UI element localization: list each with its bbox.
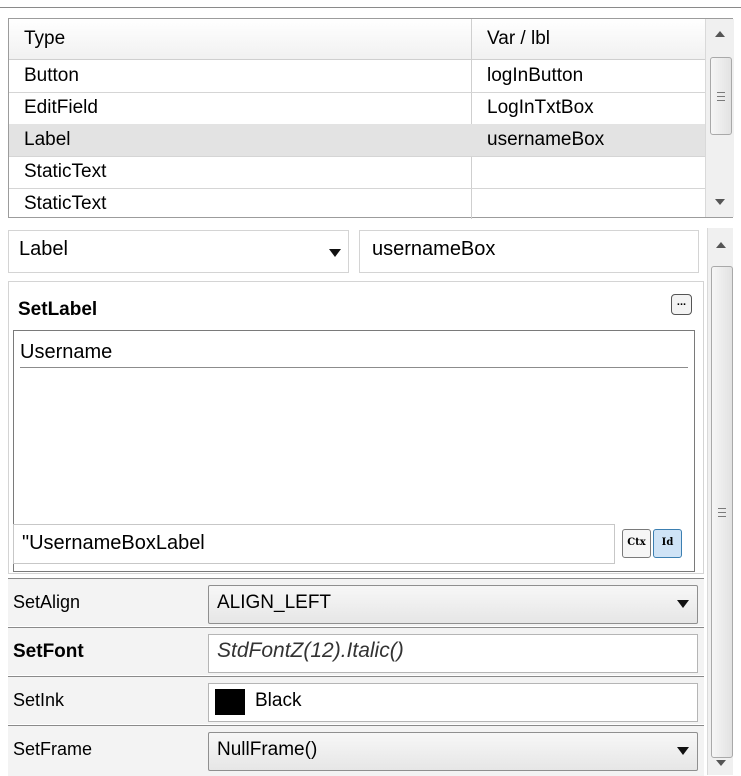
frame-value: NullFrame()	[217, 739, 318, 760]
row-type: Button	[24, 65, 79, 86]
scroll-thumb[interactable]	[710, 57, 732, 135]
chevron-down-icon[interactable]	[677, 747, 689, 755]
grid-header: Type Var / lbl	[9, 19, 705, 60]
ink-color-value: Black	[255, 690, 302, 711]
column-header-var[interactable]: Var / lbl	[472, 23, 720, 55]
title-rule	[0, 7, 741, 8]
label-id-field[interactable]: "UsernameBoxLabel	[13, 524, 615, 564]
property-label: SetFont	[13, 641, 84, 662]
row-type: EditField	[24, 97, 98, 118]
column-header-type[interactable]: Type	[9, 23, 486, 55]
id-button[interactable]: Id	[653, 529, 682, 558]
font-value: StdFontZ(12).Italic()	[217, 639, 404, 662]
variable-name-input[interactable]: usernameBox	[359, 230, 699, 273]
label-text-value: Username	[20, 341, 113, 363]
top-title-strip	[0, 0, 741, 8]
grip-icon	[717, 92, 725, 101]
property-row-setfont: SetFont StdFontZ(12).Italic()	[8, 627, 704, 675]
grid-row[interactable]: StaticText	[9, 188, 705, 220]
setlabel-section: SetLabel ... Username "UsernameBoxLabel …	[8, 281, 704, 574]
widget-grid: Type Var / lbl Button logInButton EditFi…	[8, 18, 734, 220]
row-type: StaticText	[24, 161, 107, 182]
ellipsis-button[interactable]: ...	[671, 294, 692, 315]
ink-color-field[interactable]: Black	[208, 683, 698, 722]
align-select[interactable]: ALIGN_LEFT	[208, 585, 698, 624]
font-input[interactable]: StdFontZ(12).Italic()	[208, 634, 698, 673]
type-select[interactable]: Label	[8, 230, 349, 273]
property-label: SetFrame	[13, 739, 93, 759]
setlabel-title: SetLabel	[18, 299, 98, 320]
align-value: ALIGN_LEFT	[217, 592, 332, 613]
grid-row[interactable]: Button logInButton	[9, 60, 705, 93]
type-select-value: Label	[19, 238, 68, 260]
property-label: SetAlign	[13, 592, 81, 612]
row-var: usernameBox	[487, 129, 605, 150]
ctx-button[interactable]: Ctx	[622, 529, 651, 558]
row-var: LogInTxtBox	[487, 97, 594, 118]
grid-row-selected[interactable]: Label usernameBox	[9, 124, 705, 157]
scroll-up-icon[interactable]	[715, 31, 725, 37]
color-swatch[interactable]	[215, 689, 245, 715]
scroll-down-icon[interactable]	[715, 199, 725, 205]
property-row-setalign: SetAlign ALIGN_LEFT	[8, 578, 704, 626]
label-id-value: "UsernameBoxLabel	[22, 532, 205, 554]
text-underline	[20, 367, 688, 368]
row-type: StaticText	[24, 193, 107, 214]
grid-row[interactable]: EditField LogInTxtBox	[9, 92, 705, 125]
row-var: logInButton	[487, 65, 584, 86]
property-row-setink: SetInk Black	[8, 676, 704, 724]
scroll-down-icon[interactable]	[716, 760, 726, 766]
row-type: Label	[24, 129, 71, 150]
frame-select[interactable]: NullFrame()	[208, 732, 698, 771]
chevron-down-icon[interactable]	[329, 249, 341, 257]
property-label: SetInk	[13, 690, 65, 710]
grip-icon	[718, 508, 726, 517]
chevron-down-icon[interactable]	[677, 600, 689, 608]
property-row-setframe: SetFrame NullFrame()	[8, 725, 704, 776]
grid-row[interactable]: StaticText	[9, 156, 705, 189]
scroll-up-icon[interactable]	[716, 242, 726, 248]
scroll-thumb[interactable]	[711, 266, 733, 758]
grid-scrollbar[interactable]	[705, 19, 734, 217]
variable-name-value: usernameBox	[372, 238, 496, 260]
properties-scrollbar[interactable]	[707, 228, 733, 775]
